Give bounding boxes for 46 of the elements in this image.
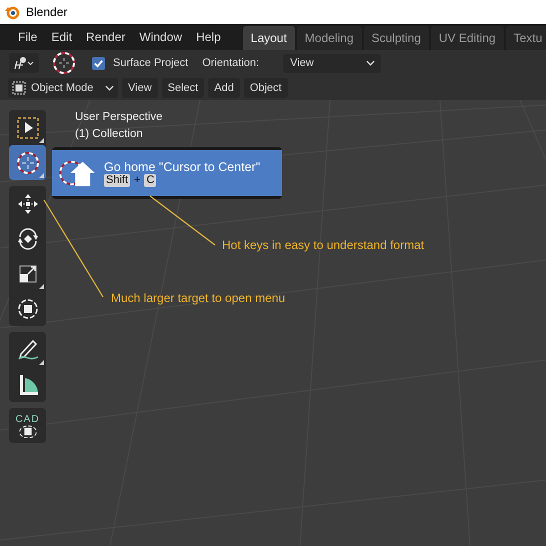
app-logo-icon	[4, 4, 20, 20]
annotation-text: Much larger target to open menu	[111, 291, 286, 305]
checkbox[interactable]	[92, 56, 105, 70]
key-cap: C	[144, 174, 156, 186]
mode-dropdown[interactable]: Object Mode	[8, 78, 118, 98]
object-mode-icon	[12, 81, 26, 95]
menu-item[interactable]: File	[18, 30, 38, 44]
pivot-dropdown[interactable]	[9, 53, 39, 73]
workspace-tab[interactable]: Sculpting	[364, 26, 429, 50]
window-title: Blender	[26, 5, 68, 19]
cursor-home-icon	[58, 158, 96, 188]
rotate-icon	[16, 226, 40, 250]
viewport-info-text: User Perspective	[75, 111, 163, 123]
leader-line	[150, 196, 216, 246]
chevron-icon	[366, 60, 376, 66]
checkbox-label: Surface Project	[113, 57, 188, 69]
annotation-text: Hot keys in easy to understand format	[222, 238, 424, 252]
tooltip-title: Go home "Cursor to Center"	[104, 160, 260, 174]
key-joiner: +	[134, 174, 140, 186]
header-menu[interactable]: Add	[208, 78, 240, 98]
orientation-label: Orientation:	[202, 57, 260, 69]
header-menu[interactable]: Object	[244, 78, 288, 98]
menu-item[interactable]: Render	[86, 30, 126, 44]
cursor-icon	[52, 51, 76, 75]
workspace-tab[interactable]: Textu	[506, 26, 546, 50]
tool-button[interactable]: CAD	[9, 408, 46, 443]
workspace-tab[interactable]: Layout	[242, 26, 295, 50]
select-box-icon	[16, 116, 40, 140]
pencil-icon	[16, 338, 40, 362]
orientation-dropdown[interactable]: View	[283, 54, 382, 72]
transform-icon	[16, 424, 38, 438]
header-menu[interactable]: Select	[162, 78, 204, 98]
menu-item[interactable]: Help	[196, 30, 221, 44]
workspace-tab[interactable]: UV Editing	[430, 26, 504, 50]
header-menu[interactable]: View	[122, 78, 158, 98]
transform-icon	[16, 296, 40, 320]
tool-button[interactable]	[9, 145, 46, 180]
key-cap: Shift	[104, 174, 130, 186]
move-icon	[16, 192, 40, 216]
menu-item[interactable]: Window	[139, 30, 182, 44]
tool-label: CAD	[15, 414, 40, 424]
menu-item[interactable]: Edit	[51, 30, 72, 44]
cursor-icon	[16, 150, 40, 174]
workspace-tab[interactable]: Modeling	[296, 26, 362, 50]
chevron-icon	[105, 85, 114, 91]
viewport-info-text: (1) Collection	[75, 128, 144, 140]
